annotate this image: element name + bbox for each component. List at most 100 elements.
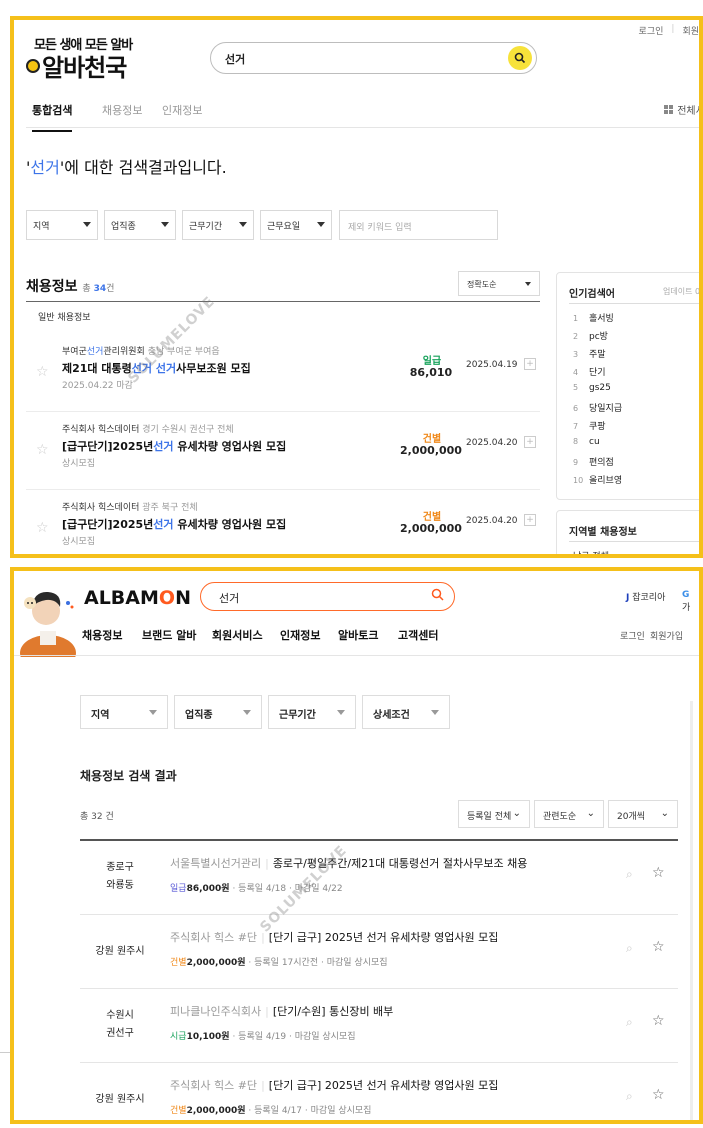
alba-heaven-logo[interactable]: 알바천국 [26, 48, 127, 83]
all-services-button[interactable]: 전체서비 [664, 102, 699, 117]
sort-relevance[interactable]: 관련도순 ⌄ [534, 800, 604, 828]
tab-talent[interactable]: 인재정보 [162, 102, 202, 118]
nav-jobs[interactable]: 채용정보 [82, 627, 122, 643]
filter-label: 업직종 [111, 222, 136, 232]
jobs-count: 총 34건 [82, 284, 115, 294]
popular-item[interactable]: 3 주말 [573, 347, 606, 360]
search-input[interactable]: 선거 [219, 590, 239, 606]
bee-icon [26, 58, 40, 73]
caret-down-icon [317, 222, 325, 227]
job-title[interactable]: 제21대 대통령선거 선거사무보조원 모집 [62, 360, 251, 376]
chevron-down-icon: ⌄ [512, 808, 521, 819]
star-icon[interactable]: ☆ [652, 865, 665, 881]
search-bar[interactable]: 선거 [200, 582, 455, 611]
job-heading[interactable]: 서울특별시선거관리 | 종로구/평일주간/제21대 대통령선거 절차사무보조 채용 [170, 855, 527, 871]
albamon-panel: ALBAMON 선거 J 잡코리아 G 가 채용정보 브랜드 알바 회원서비스 … [10, 567, 703, 1124]
popular-item[interactable]: 10 올리브영 [573, 473, 622, 486]
albamon-logo[interactable]: ALBAMON [84, 587, 191, 609]
caret-down-icon [337, 710, 345, 715]
tab-integrated[interactable]: 통합검색 [32, 102, 73, 132]
job-title[interactable]: [급구단기]2025년선거 유세차량 영업사원 모집 [62, 516, 286, 532]
job-row[interactable]: ☆ 부여군선거관리위원회 충남 부여군 부여읍 제21대 대통령선거 선거사무보… [26, 334, 540, 412]
jobs-heading: 채용정보 총 34건 [26, 276, 114, 296]
popular-item[interactable]: 5 gs25 [573, 383, 611, 393]
plus-icon[interactable]: + [524, 436, 536, 448]
filter-period[interactable]: 근무기간 [182, 210, 254, 240]
partner-second[interactable]: G 가 [682, 590, 699, 613]
popular-item[interactable]: 4 단기 [573, 365, 606, 378]
nav-brand[interactable]: 브랜드 알바 [142, 627, 196, 643]
popular-item[interactable]: 7 쿠팡 [573, 419, 606, 432]
tab-jobs[interactable]: 채용정보 [102, 102, 142, 118]
search-icon[interactable] [508, 46, 532, 70]
job-heading[interactable]: 주식회사 힉스 #단 | [단기 급구] 2025년 선거 유세차량 영업사원 모집 [170, 929, 498, 945]
exclude-keyword-input[interactable]: 제외 키워드 입력 [339, 210, 498, 240]
nav-member[interactable]: 회원서비스 [212, 627, 263, 643]
job-row[interactable]: 강원 원주시 주식회사 힉스 #단 | [단기 급구] 2025년 선거 유세차량 … [80, 1063, 678, 1120]
signup-link[interactable]: 회원 [682, 24, 699, 37]
job-row[interactable]: ☆ 주식회사 힉스데이터 경기 수원시 권선구 전체 [급구단기]2025년선거… [26, 412, 540, 490]
search-bar[interactable]: 선거 [210, 42, 537, 74]
search-icon[interactable] [431, 588, 444, 605]
sort-select[interactable]: 정확도순 [458, 271, 540, 296]
filter-detail[interactable]: 상세조건 [362, 695, 450, 729]
region-jobs-box: 지역별 채용정보 남구 전체 [556, 510, 699, 554]
star-icon[interactable]: ☆ [36, 520, 49, 536]
job-row[interactable]: 종로구 와룡동 서울특별시선거관리 | 종로구/평일주간/제21대 대통령선거 절차사… [80, 841, 678, 915]
nav-talent[interactable]: 인재정보 [280, 627, 320, 643]
posted-date: 2025.04.20 [466, 438, 518, 448]
job-deadline: 상시모집 [62, 537, 96, 547]
zoom-icon[interactable]: ⌕ [626, 941, 633, 956]
partner-jobkorea[interactable]: J 잡코리아 [626, 590, 665, 603]
star-icon[interactable]: ☆ [36, 364, 49, 380]
job-row[interactable]: ☆ 주식회사 힉스데이터 광주 북구 전체 [급구단기]2025년선거 유세차량… [26, 490, 540, 554]
popular-item[interactable]: 2 pc방 [573, 329, 608, 342]
filter-job-type[interactable]: 업직종 [104, 210, 176, 240]
scrollbar[interactable] [690, 701, 693, 1120]
popular-item[interactable]: 9 편의점 [573, 455, 614, 468]
job-heading[interactable]: 주식회사 힉스 #단 | [단기 급구] 2025년 선거 유세차량 영업사원 모집 [170, 1077, 498, 1093]
nav-support[interactable]: 고객센터 [398, 627, 438, 643]
pay-amount: 86,010 [409, 366, 453, 379]
search-input[interactable]: 선거 [225, 51, 245, 67]
job-row[interactable]: 강원 원주시 주식회사 힉스 #단 | [단기 급구] 2025년 선거 유세차량 … [80, 915, 678, 989]
job-heading[interactable]: 피나클나인주식회사 | [단기/수원] 통신장비 배부 [170, 1003, 393, 1019]
popular-item[interactable]: 8 cu [573, 437, 600, 447]
divider [26, 301, 540, 302]
signup-link[interactable]: 회원가입 [650, 629, 683, 642]
chevron-down-icon: ⌄ [660, 808, 669, 819]
star-icon[interactable]: ☆ [652, 1087, 665, 1103]
zoom-icon[interactable]: ⌕ [626, 1089, 633, 1104]
nav-talk[interactable]: 알바토크 [338, 627, 378, 643]
plus-icon[interactable]: + [524, 358, 536, 370]
region-item[interactable]: 남구 전체 [573, 549, 609, 554]
job-location: 광주 북구 전체 [142, 503, 198, 513]
filter-job-type[interactable]: 업직종 [174, 695, 262, 729]
login-link[interactable]: 로그인 [620, 629, 645, 642]
divider [569, 303, 699, 304]
popular-title: 인기검색어 [569, 289, 615, 300]
filter-period[interactable]: 근무기간 [268, 695, 356, 729]
job-title[interactable]: [급구단기]2025년선거 유세차량 영업사원 모집 [62, 438, 286, 454]
popular-item[interactable]: 1 홀서빙 [573, 311, 614, 324]
filter-days[interactable]: 근무요일 [260, 210, 332, 240]
caret-down-icon [239, 222, 247, 227]
popular-item[interactable]: 6 당일지급 [573, 401, 622, 414]
plus-icon[interactable]: + [524, 514, 536, 526]
sort-date[interactable]: 등록일 전체 ⌄ [458, 800, 530, 828]
login-link[interactable]: 로그인 [639, 24, 664, 37]
job-row[interactable]: 수원시 권선구 피나클나인주식회사 | [단기/수원] 통신장비 배부 시급10,10… [80, 989, 678, 1063]
page-size-select[interactable]: 20개씩 ⌄ [608, 800, 678, 828]
star-icon[interactable]: ☆ [652, 1013, 665, 1029]
filter-label: 지역 [33, 222, 50, 232]
alba-heaven-panel: 로그인 | 회원 모든 생애 모든 알바 알바천국 선거 통합검색 채용정보 인… [10, 16, 703, 558]
filter-region[interactable]: 지역 [26, 210, 98, 240]
star-icon[interactable]: ☆ [652, 939, 665, 955]
filter-region[interactable]: 지역 [80, 695, 168, 729]
zoom-icon[interactable]: ⌕ [626, 867, 633, 882]
job-location: 경기 수원시 권선구 전체 [142, 425, 234, 435]
job-location: 충남 부여군 부여읍 [147, 347, 220, 357]
zoom-icon[interactable]: ⌕ [626, 1015, 633, 1030]
pay-type: 건별 [422, 512, 442, 523]
star-icon[interactable]: ☆ [36, 442, 49, 458]
